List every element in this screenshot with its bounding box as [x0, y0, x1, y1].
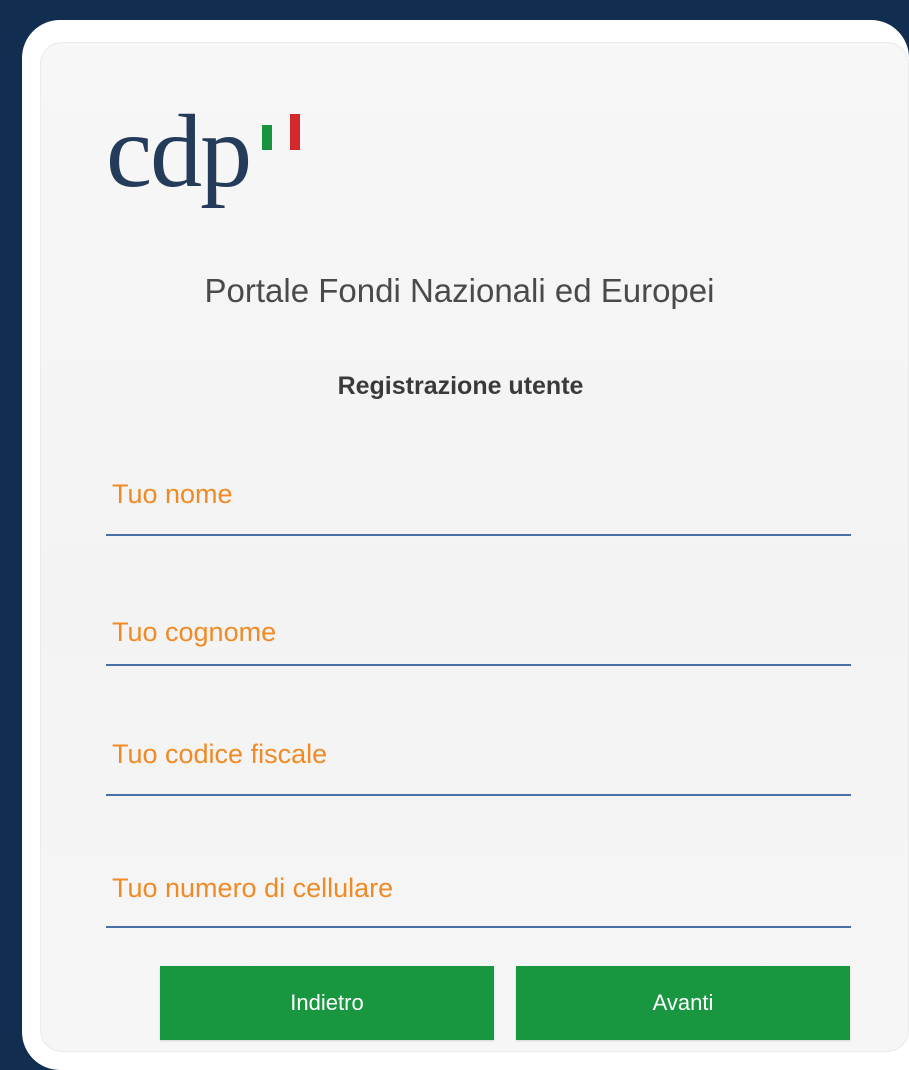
- surname-field: [106, 612, 851, 666]
- phone-field: [106, 868, 851, 928]
- flag-red-stripe: [290, 114, 301, 150]
- italian-flag-icon: [262, 114, 301, 150]
- tax-code-input[interactable]: [106, 734, 851, 774]
- tax-code-field: [106, 734, 851, 796]
- name-field: [106, 474, 851, 536]
- back-button[interactable]: Indietro: [160, 966, 494, 1040]
- form-panel: cdp Portale Fondi Nazionali ed Europei R…: [40, 42, 909, 1052]
- surname-input[interactable]: [106, 612, 851, 652]
- flag-green-stripe: [262, 125, 273, 150]
- page-subtitle: Registrazione utente: [337, 372, 584, 400]
- flag-white-stripe: [278, 114, 284, 115]
- logo-text: cdp: [106, 94, 252, 209]
- registration-card: cdp Portale Fondi Nazionali ed Europei R…: [22, 20, 909, 1070]
- phone-input[interactable]: [106, 868, 851, 908]
- name-input[interactable]: [106, 474, 851, 514]
- cdp-logo: cdp: [106, 94, 301, 209]
- next-button[interactable]: Avanti: [516, 966, 850, 1040]
- portal-title: Portale Fondi Nazionali ed Europei: [204, 272, 715, 309]
